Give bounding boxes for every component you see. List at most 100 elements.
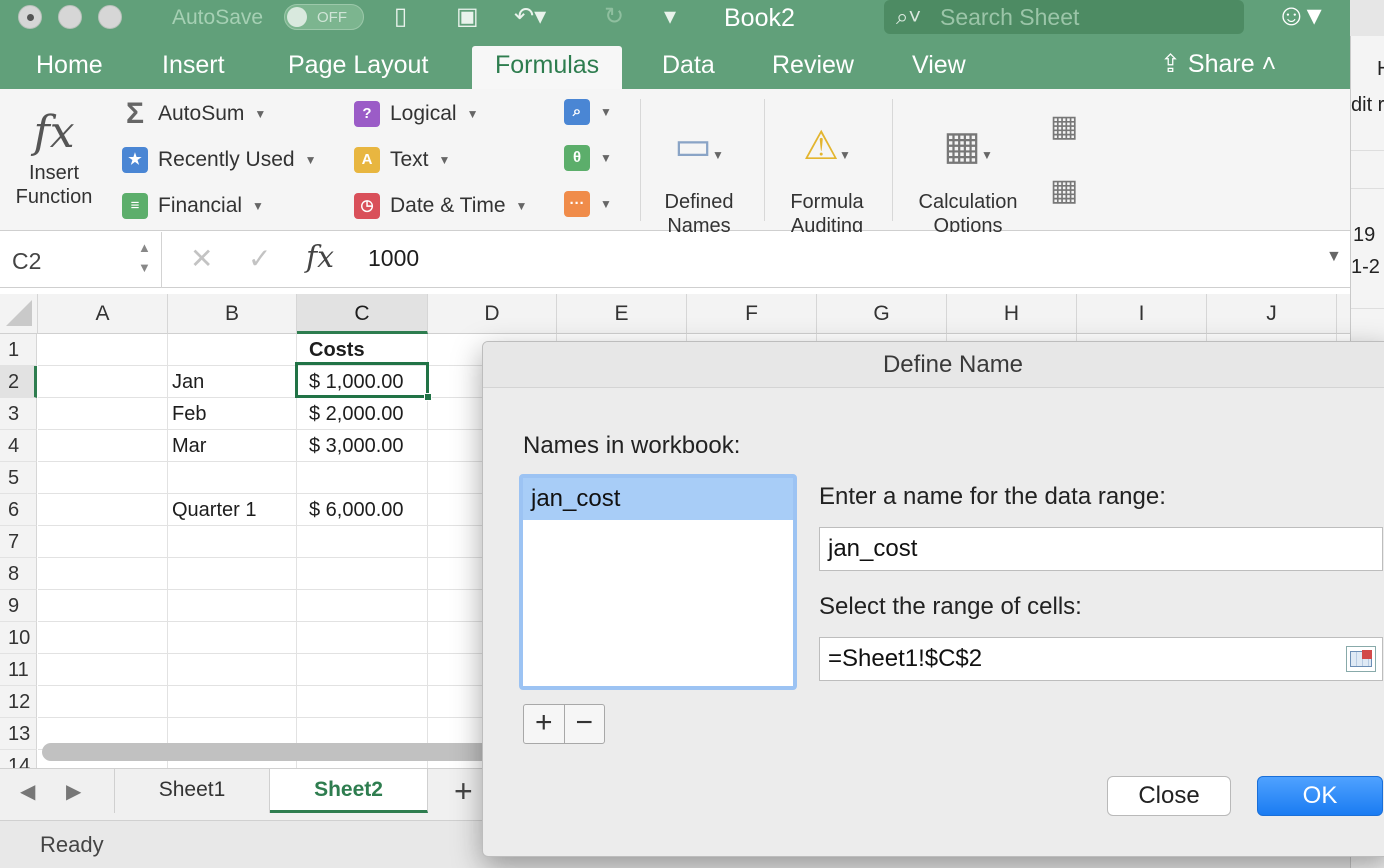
row-header-5[interactable]: 5	[0, 462, 37, 494]
logical-button[interactable]: ? Logical ▼	[354, 101, 478, 127]
smiley-feedback-icon[interactable]: ☺▾	[1276, 0, 1322, 32]
range-picker-icon[interactable]	[1346, 646, 1376, 672]
row-header-10[interactable]: 10	[0, 622, 37, 654]
minimize-window-button[interactable]	[58, 5, 82, 29]
defined-names-button[interactable]: ▭▼ Defined Names	[654, 111, 744, 238]
cancel-edit-icon[interactable]: ✕	[190, 242, 213, 275]
column-header-f[interactable]: F	[687, 294, 817, 334]
row-header-2[interactable]: 2	[0, 366, 37, 398]
column-header-h[interactable]: H	[947, 294, 1077, 334]
formula-auditing-button[interactable]: ⚠▼ Formula Auditing	[780, 111, 874, 238]
insert-function-button[interactable]: fx Insert Function	[8, 105, 100, 209]
tab-review[interactable]: Review	[772, 51, 854, 80]
date-time-label: Date & Time	[390, 194, 506, 217]
names-list[interactable]: jan_cost	[519, 474, 797, 690]
column-header-i[interactable]: I	[1077, 294, 1207, 334]
remove-name-button[interactable]: −	[563, 705, 605, 743]
tab-home[interactable]: Home	[36, 51, 103, 80]
cell-b2[interactable]: Jan	[172, 366, 204, 398]
sidebar-icon[interactable]: ▯	[394, 3, 407, 31]
redo-icon[interactable]: ↻	[604, 3, 624, 31]
close-window-button[interactable]	[18, 5, 42, 29]
gridline	[167, 334, 168, 768]
collapse-ribbon-icon[interactable]: ˄	[1255, 50, 1277, 78]
next-sheet-icon[interactable]: ▶	[66, 779, 81, 804]
cell-c6[interactable]: $ 6,000.00	[309, 494, 404, 526]
close-button[interactable]: Close	[1107, 776, 1231, 816]
cell-b4[interactable]: Mar	[172, 430, 206, 462]
column-header-b[interactable]: B	[168, 294, 297, 334]
sheet-tab-sheet2[interactable]: Sheet2	[270, 769, 428, 813]
zoom-window-button[interactable]	[98, 5, 122, 29]
customize-toolbar-icon[interactable]: ▾	[664, 3, 676, 31]
chevron-down-icon: ▼	[600, 197, 612, 211]
financial-button[interactable]: ≡ Financial ▼	[122, 193, 264, 219]
column-header-a[interactable]: A	[38, 294, 168, 334]
column-header-d[interactable]: D	[428, 294, 557, 334]
range-input[interactable]: =Sheet1!$C$2	[819, 637, 1383, 681]
row-header-3[interactable]: 3	[0, 398, 37, 430]
financial-icon: ≡	[122, 193, 148, 219]
confirm-edit-icon[interactable]: ✓	[248, 242, 271, 275]
sheet-tab-sheet1[interactable]: Sheet1	[114, 769, 270, 813]
row-header-11[interactable]: 11	[0, 654, 37, 686]
column-header-e[interactable]: E	[557, 294, 687, 334]
name-input[interactable]: jan_cost	[819, 527, 1383, 571]
add-sheet-icon[interactable]: +	[454, 773, 473, 810]
list-item[interactable]: jan_cost	[523, 478, 793, 520]
share-button[interactable]: ⇪ Share ˄	[1160, 49, 1276, 79]
chevron-down-icon: ▼	[254, 107, 267, 121]
cell-b3[interactable]: Feb	[172, 398, 206, 430]
horizontal-scrollbar[interactable]	[42, 743, 502, 761]
calculate-now-icon[interactable]: ▦	[1050, 109, 1078, 144]
tab-view[interactable]: View	[912, 51, 966, 80]
name-box-stepper-icon[interactable]: ▲ ▼	[138, 238, 151, 278]
date-time-button[interactable]: ◷ Date & Time ▼	[354, 193, 527, 219]
recently-used-button[interactable]: ★ Recently Used ▼	[122, 147, 316, 173]
undo-icon[interactable]: ↶▾	[514, 3, 546, 31]
define-name-dialog: Define Name Names in workbook: jan_cost …	[482, 341, 1384, 857]
tab-formulas[interactable]: Formulas	[472, 46, 623, 89]
name-box[interactable]: C2 ▲ ▼	[0, 232, 162, 288]
column-header-j[interactable]: J	[1207, 294, 1337, 334]
lookup-reference-button[interactable]: ⌕ ▼	[564, 99, 612, 125]
math-trig-button[interactable]: θ ▼	[564, 145, 612, 171]
search-sheet-field[interactable]: ⌕˅ Search Sheet	[884, 0, 1244, 34]
row-header-7[interactable]: 7	[0, 526, 37, 558]
column-header-g[interactable]: G	[817, 294, 947, 334]
row-header-4[interactable]: 4	[0, 430, 37, 462]
row-header-8[interactable]: 8	[0, 558, 37, 590]
text-button[interactable]: A Text ▼	[354, 147, 450, 173]
cell-c3[interactable]: $ 2,000.00	[309, 398, 404, 430]
previous-sheet-icon[interactable]: ◀	[20, 779, 35, 804]
status-text: Ready	[40, 832, 104, 857]
star-icon: ★	[122, 147, 148, 173]
fill-handle[interactable]	[424, 393, 432, 401]
autosum-button[interactable]: Σ AutoSum ▼	[122, 99, 267, 129]
row-header-13[interactable]: 13	[0, 718, 37, 750]
calculate-sheet-icon[interactable]: ▦	[1050, 173, 1078, 208]
save-icon[interactable]: ▣	[456, 3, 479, 31]
row-header-9[interactable]: 9	[0, 590, 37, 622]
enter-name-label: Enter a name for the data range:	[819, 483, 1166, 510]
autosave-toggle[interactable]: OFF	[284, 4, 364, 30]
insert-function-label-2: Function	[15, 186, 93, 208]
add-name-button[interactable]: +	[524, 705, 564, 743]
cell-c4[interactable]: $ 3,000.00	[309, 430, 404, 462]
row-header-1[interactable]: 1	[0, 334, 37, 366]
ok-button[interactable]: OK	[1257, 776, 1383, 816]
expand-formula-bar-icon[interactable]: ▼	[1326, 248, 1342, 266]
formula-input[interactable]: 1000	[368, 245, 419, 272]
tab-insert[interactable]: Insert	[162, 51, 225, 80]
row-header-6[interactable]: 6	[0, 494, 37, 526]
row-header-12[interactable]: 12	[0, 686, 37, 718]
clock-icon: ◷	[354, 193, 380, 219]
calculation-options-button[interactable]: ▦▼ Calculation Options	[906, 111, 1030, 238]
tab-data[interactable]: Data	[662, 51, 715, 80]
more-functions-button[interactable]: ··· ▼	[564, 191, 612, 217]
tab-page-layout[interactable]: Page Layout	[288, 51, 428, 80]
cell-b6[interactable]: Quarter 1	[172, 494, 256, 526]
fx-icon[interactable]: fx	[306, 240, 334, 275]
column-header-c[interactable]: C	[297, 294, 428, 334]
formulas-ribbon: fx Insert Function Σ AutoSum ▼ ★ Recently U…	[0, 89, 1350, 237]
